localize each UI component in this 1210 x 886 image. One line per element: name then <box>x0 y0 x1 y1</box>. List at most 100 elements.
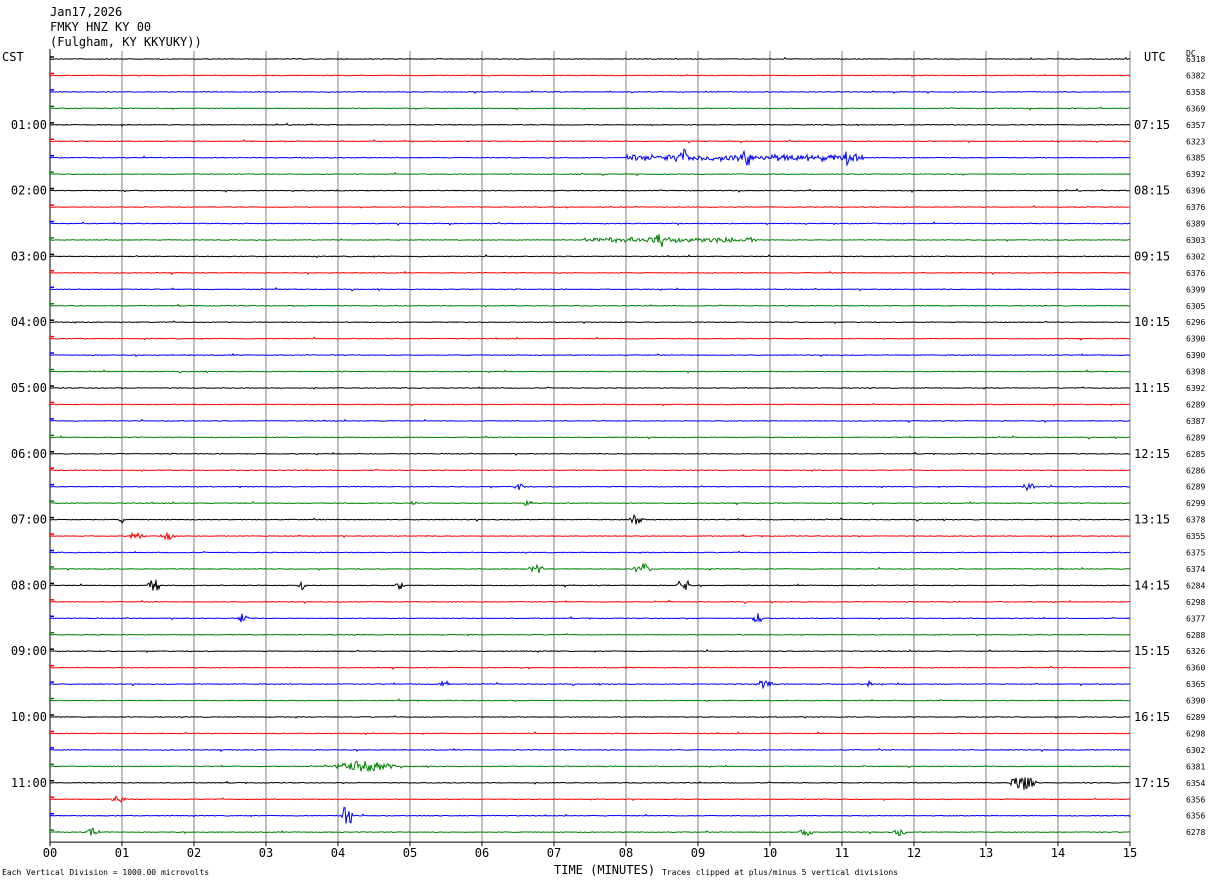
dc-offset-label: 6376 <box>1186 269 1205 278</box>
trace-line <box>49 806 1131 824</box>
trace-line <box>49 499 1131 506</box>
trace-line <box>49 648 1131 654</box>
trace-line <box>49 205 1131 209</box>
trace-line <box>49 731 1131 736</box>
dc-offset-label: 6289 <box>1186 433 1205 442</box>
right-hour-label: 15:15 <box>1134 644 1170 658</box>
dc-offset-label: 6390 <box>1186 351 1205 360</box>
helicorder-plot: 00 01 02 03 04 05 06 07 08 09 10 11 12 13 14 15 01:00 02… <box>11 49 1205 860</box>
trace-line <box>49 73 1131 78</box>
dc-offset-label: 6355 <box>1186 532 1205 541</box>
dc-offset-label: 6318 <box>1186 55 1205 64</box>
minute-gridlines <box>49 49 1131 847</box>
trace-line <box>49 531 1131 541</box>
dc-offset-label: 6298 <box>1186 598 1205 607</box>
trace-line <box>49 320 1131 325</box>
x-tick-label: 01 <box>115 846 129 860</box>
trace-line <box>49 613 1131 623</box>
trace-line <box>49 188 1131 193</box>
x-tick-label: 04 <box>331 846 345 860</box>
trace-line <box>49 550 1131 555</box>
right-hour-label: 17:15 <box>1134 776 1170 790</box>
left-hour-label: 04:00 <box>11 315 47 329</box>
dc-offset-label: 6286 <box>1186 466 1205 475</box>
dc-offset-label: 6377 <box>1186 614 1205 623</box>
x-tick-label: 13 <box>979 846 993 860</box>
dc-offset-label: 6356 <box>1186 812 1205 821</box>
right-hour-label: 13:15 <box>1134 513 1170 527</box>
trace-line <box>49 56 1131 60</box>
trace-line <box>49 148 1131 167</box>
trace-line <box>49 89 1131 95</box>
left-hour-label: 05:00 <box>11 381 47 395</box>
trace-line <box>49 386 1131 390</box>
seismic-traces <box>49 56 1131 837</box>
x-tick-label: 03 <box>259 846 273 860</box>
trace-line <box>49 254 1131 259</box>
trace-line <box>49 352 1131 358</box>
dc-offset-label: 6326 <box>1186 647 1205 656</box>
dc-offset-label: 6299 <box>1186 499 1205 508</box>
right-hour-label: 09:15 <box>1134 249 1170 263</box>
dc-offset-label: 6387 <box>1186 417 1205 426</box>
trace-line <box>49 468 1131 473</box>
trace-line <box>49 562 1131 574</box>
dc-offset-label: 6390 <box>1186 697 1205 706</box>
trace-line <box>49 106 1131 111</box>
dc-offset-label: 6289 <box>1186 400 1205 409</box>
trace-line <box>49 234 1131 248</box>
left-hour-label: 03:00 <box>11 249 47 263</box>
trace-line <box>49 795 1131 803</box>
dc-offset-label: 6398 <box>1186 368 1205 377</box>
dc-offset-label: 6385 <box>1186 154 1205 163</box>
right-hour-label: 08:15 <box>1134 184 1170 198</box>
x-tick-label: 06 <box>475 846 489 860</box>
trace-line <box>49 221 1131 226</box>
clip-note: Traces clipped at plus/minus 5 vertical … <box>662 868 899 877</box>
x-tick-label: 08 <box>619 846 633 860</box>
dc-offset-label: 6302 <box>1186 252 1205 261</box>
dc-offset-label: 6399 <box>1186 285 1205 294</box>
dc-offset-label: 6302 <box>1186 746 1205 755</box>
trace-line <box>49 760 1131 773</box>
right-hour-label: 11:15 <box>1134 381 1170 395</box>
dc-offset-label: 6396 <box>1186 187 1205 196</box>
right-hour-label: 07:15 <box>1134 118 1170 132</box>
dc-offset-label: 6382 <box>1186 71 1205 80</box>
dc-offset-label: 6305 <box>1186 302 1205 311</box>
dc-offset-labels: 6318 6382 6358 6369 6357 6323 6385 6392 6396 6376… <box>1186 55 1205 837</box>
trace-line <box>50 680 1131 690</box>
trace-line <box>49 270 1131 276</box>
right-hour-label: 10:15 <box>1134 315 1170 329</box>
trace-line <box>49 139 1131 144</box>
trace-line <box>49 747 1131 753</box>
dc-offset-label: 6389 <box>1186 220 1205 229</box>
left-hour-label: 01:00 <box>11 118 47 132</box>
dc-offset-label: 6296 <box>1186 318 1205 327</box>
right-hour-label: 16:15 <box>1134 710 1170 724</box>
right-hour-label: 14:15 <box>1134 578 1170 592</box>
x-tick-label: 15 <box>1123 846 1137 860</box>
trace-line <box>49 579 1131 591</box>
dc-offset-label: 6354 <box>1186 779 1205 788</box>
dc-offset-label: 6289 <box>1186 713 1205 722</box>
dc-offset-label: 6392 <box>1186 170 1205 179</box>
x-tick-label: 09 <box>691 846 705 860</box>
trace-line <box>49 435 1131 440</box>
dc-offset-label: 6392 <box>1186 384 1205 393</box>
trace-line <box>49 451 1131 456</box>
trace-line <box>49 303 1131 308</box>
dc-offset-label: 6381 <box>1186 762 1205 771</box>
x-tick-label: 05 <box>403 846 417 860</box>
trace-line <box>49 827 1131 837</box>
dc-offset-label: 6288 <box>1186 631 1205 640</box>
dc-offset-label: 6360 <box>1186 664 1205 673</box>
dc-offset-label: 6285 <box>1186 450 1205 459</box>
trace-line <box>49 665 1131 671</box>
dc-offset-label: 6298 <box>1186 729 1205 738</box>
x-tick-label: 11 <box>835 846 849 860</box>
x-tick-label: 00 <box>43 846 57 860</box>
trace-line <box>49 514 1131 525</box>
left-hour-label: 08:00 <box>11 578 47 592</box>
dc-offset-label: 6358 <box>1186 88 1205 97</box>
